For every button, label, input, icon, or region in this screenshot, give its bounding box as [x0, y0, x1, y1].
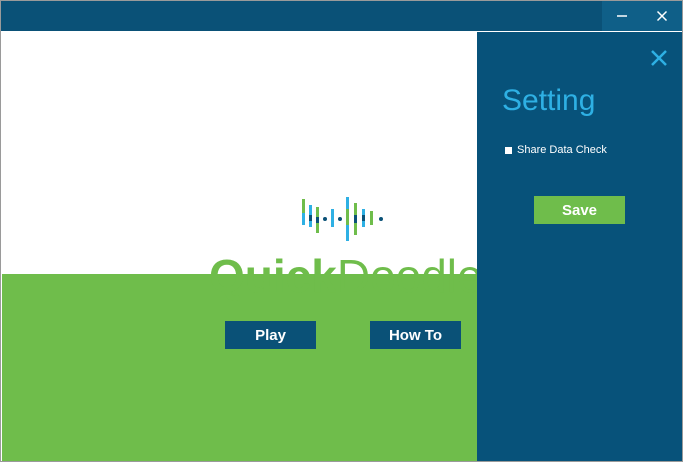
- how-to-button[interactable]: How To: [370, 321, 461, 349]
- brand-quick: Quick: [209, 250, 337, 302]
- settings-title: Setting: [502, 84, 596, 117]
- save-button[interactable]: Save: [534, 196, 625, 224]
- brand-doodle: Doodle: [336, 250, 483, 302]
- app-brand-title: QuickDoodle: [209, 250, 483, 302]
- app-window: QuickDoodle Play How To Setting Share Da…: [0, 0, 683, 462]
- play-button[interactable]: Play: [225, 321, 316, 349]
- main-area: QuickDoodle Play How To: [2, 32, 483, 461]
- sound-wave-logo-icon: [302, 197, 383, 241]
- close-icon[interactable]: [649, 48, 669, 68]
- minimize-icon: [617, 15, 627, 17]
- window-close-button[interactable]: [642, 1, 682, 31]
- share-data-label: Share Data Check: [517, 144, 607, 156]
- share-data-checkbox[interactable]: [505, 146, 512, 154]
- share-data-checkbox-row[interactable]: Share Data Check: [505, 144, 607, 156]
- settings-panel: Setting Share Data Check Save: [477, 32, 682, 461]
- title-bar: [1, 1, 682, 31]
- close-icon: [656, 10, 668, 22]
- green-background-band: [2, 274, 477, 461]
- minimize-button[interactable]: [602, 1, 642, 31]
